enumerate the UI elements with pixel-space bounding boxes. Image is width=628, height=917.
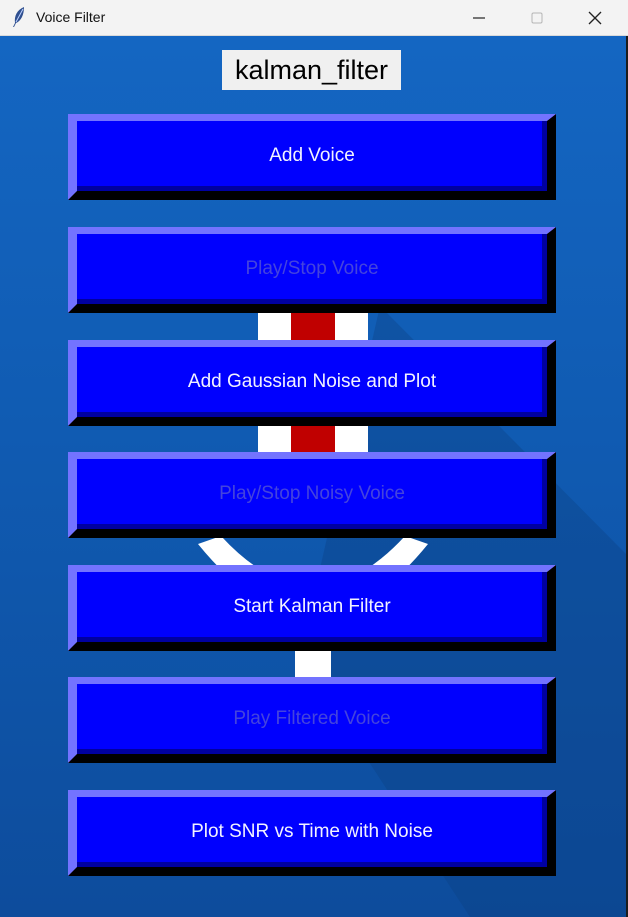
close-button[interactable] (566, 0, 624, 36)
minimize-icon (473, 17, 485, 19)
maximize-button[interactable] (508, 0, 566, 36)
start-kalman-filter-button[interactable]: Start Kalman Filter (68, 565, 556, 651)
play-stop-voice-button[interactable]: Play/Stop Voice (68, 227, 556, 313)
title-bar: Voice Filter (0, 0, 628, 36)
main-window: kalman_filter Add Voice Play/Stop Voice … (0, 36, 628, 917)
play-filtered-voice-button[interactable]: Play Filtered Voice (68, 677, 556, 763)
feather-icon (13, 7, 24, 27)
add-gaussian-noise-button[interactable]: Add Gaussian Noise and Plot (68, 340, 556, 426)
add-voice-button[interactable]: Add Voice (68, 114, 556, 200)
window-title: Voice Filter (36, 9, 106, 25)
page-title: kalman_filter (222, 50, 401, 90)
minimize-button[interactable] (450, 0, 508, 36)
plot-snr-button[interactable]: Plot SNR vs Time with Noise (68, 790, 556, 876)
play-stop-noisy-voice-button[interactable]: Play/Stop Noisy Voice (68, 452, 556, 538)
maximize-icon (531, 12, 543, 24)
close-icon (588, 11, 602, 25)
